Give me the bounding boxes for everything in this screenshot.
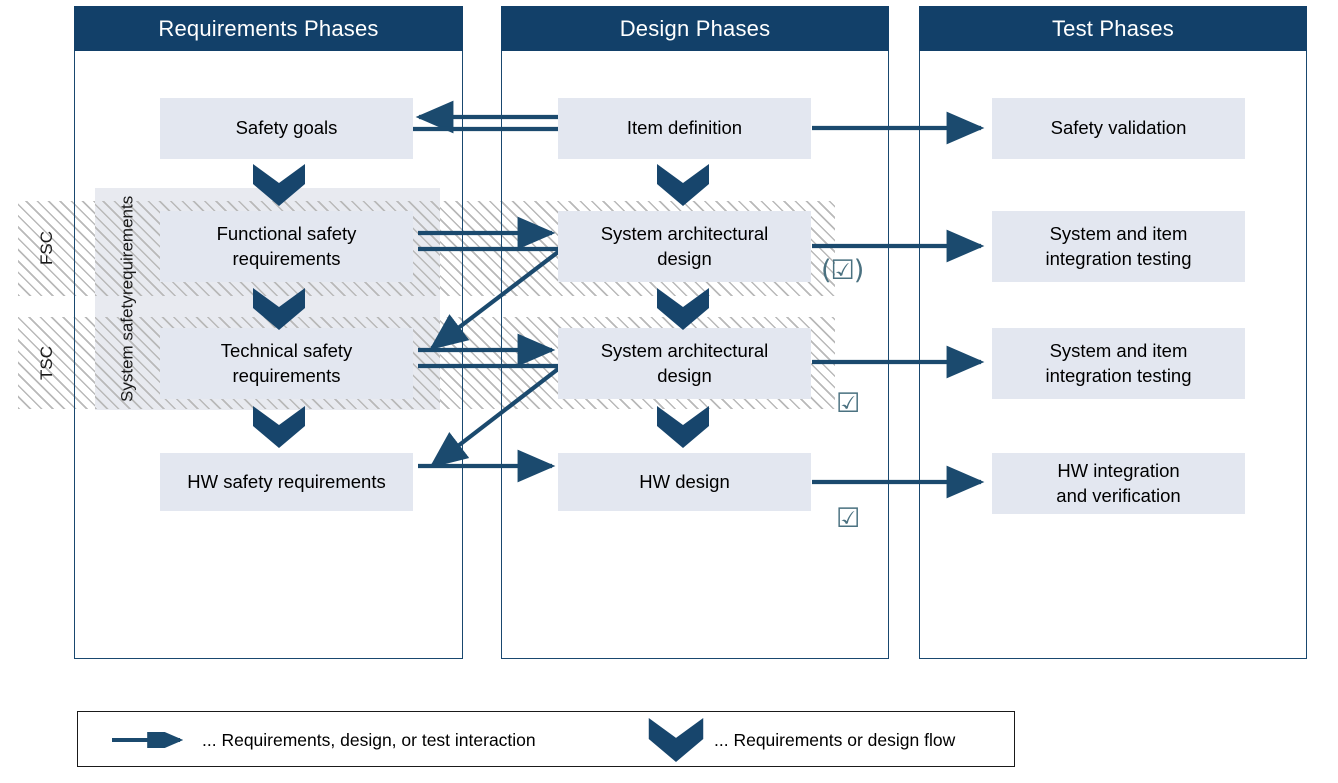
sad1-line-1: System architectural	[600, 223, 769, 245]
box-technical-safety-requirements[interactable]: Technical safety requirements	[160, 328, 413, 399]
box-safety-validation[interactable]: Safety validation	[992, 98, 1245, 159]
sad2-line-2: design	[657, 364, 712, 386]
sad2-line-1: System architectural	[600, 340, 769, 362]
box-system-architectural-design-1[interactable]: System architectural design	[558, 211, 811, 282]
legend-arrow-icon	[112, 732, 184, 748]
hwiv-line-2: and verification	[1056, 484, 1181, 506]
flow-chevron-design-3	[657, 406, 709, 448]
flow-chevron-requirements-1	[253, 164, 305, 206]
flow-chevron-design-2	[657, 288, 709, 330]
box-functional-safety-requirements[interactable]: Functional safety requirements	[160, 211, 413, 282]
fsr-line-1: Functional safety	[216, 223, 357, 245]
box-hw-integration-and-verification[interactable]: HW integration and verification	[992, 453, 1245, 514]
flow-chevron-requirements-2	[253, 288, 305, 330]
box-system-architectural-design-2[interactable]: System architectural design	[558, 328, 811, 399]
box-item-definition[interactable]: Item definition	[558, 98, 811, 159]
fsr-line-2: requirements	[232, 247, 341, 269]
sit1-line-1: System and item	[1049, 223, 1188, 245]
box-system-item-integration-testing-1[interactable]: System and item integration testing	[992, 211, 1245, 282]
diagram-canvas: FSC TSC System safety requirements Requi…	[0, 0, 1338, 783]
legend-chevron-icon	[648, 718, 704, 762]
checkbox-optional-fsc[interactable]: (☑)	[821, 257, 864, 284]
sad1-line-2: design	[657, 247, 712, 269]
column-header-design: Design Phases	[501, 6, 889, 51]
column-header-requirements: Requirements Phases	[74, 6, 463, 51]
sit2-line-1: System and item	[1049, 340, 1188, 362]
box-safety-goals[interactable]: Safety goals	[160, 98, 413, 159]
checkbox-hw[interactable]: ☑	[836, 505, 860, 532]
flow-chevron-design-1	[657, 164, 709, 206]
sit2-line-2: integration testing	[1045, 364, 1192, 386]
legend-item-flow: ... Requirements or design flow	[648, 718, 955, 762]
hwiv-line-1: HW integration	[1057, 460, 1180, 482]
band-label-fsc: FSC	[37, 231, 56, 266]
sit1-line-2: integration testing	[1045, 247, 1192, 269]
checkbox-tsc[interactable]: ☑	[836, 390, 860, 417]
tsr-line-2: requirements	[232, 364, 341, 386]
tsr-line-1: Technical safety	[220, 340, 353, 362]
legend-label-interaction: ... Requirements, design, or test intera…	[202, 729, 536, 750]
legend-item-interaction: ... Requirements, design, or test intera…	[110, 727, 536, 753]
box-hw-design[interactable]: HW design	[558, 453, 811, 511]
legend-label-flow: ... Requirements or design flow	[714, 729, 956, 750]
column-header-test: Test Phases	[919, 6, 1307, 51]
band-label-tsc: TSC	[37, 346, 56, 380]
flow-chevron-requirements-3	[253, 406, 305, 448]
box-hw-safety-requirements[interactable]: HW safety requirements	[160, 453, 413, 511]
box-system-item-integration-testing-2[interactable]: System and item integration testing	[992, 328, 1245, 399]
